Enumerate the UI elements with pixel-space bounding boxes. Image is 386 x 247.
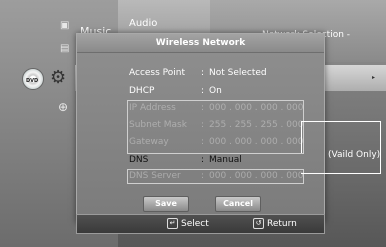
- gateway-value: 000 . 000 . 000 . 000: [209, 137, 304, 147]
- access-point-label: Access Point: [129, 68, 186, 78]
- dns-label: DNS: [129, 155, 149, 165]
- valid-only-note: (Vaild Only): [328, 150, 381, 160]
- callout-line-top: [301, 121, 381, 122]
- music-note-icon: ▣: [60, 20, 70, 31]
- menu-audio[interactable]: Audio: [129, 18, 157, 29]
- dhcp-value: On: [209, 86, 222, 96]
- return-key-icon: ↺: [253, 218, 264, 229]
- tv-screen: ▣ Music ▤ Audio Network Selection - Wire…: [0, 0, 386, 247]
- return-hint: ↺ Return: [253, 218, 297, 229]
- ip-address-label: IP Address: [129, 103, 176, 113]
- return-hint-label: Return: [267, 219, 297, 229]
- globe-icon: ⊕: [58, 100, 69, 114]
- cancel-button[interactable]: Cancel: [215, 196, 261, 212]
- ip-address-value: 000 . 000 . 000 . 000: [209, 103, 304, 113]
- save-button[interactable]: Save: [143, 196, 189, 212]
- gateway-label: Gateway: [129, 137, 169, 147]
- select-hint: ↵ Select: [167, 218, 209, 229]
- dns-value: Manual: [209, 155, 242, 165]
- photo-icon: ▤: [60, 43, 70, 54]
- wireless-network-dialog: Wireless Network Access Point : Not Sele…: [76, 33, 325, 223]
- dhcp-label: DHCP: [129, 86, 155, 96]
- access-point-value: Not Selected: [209, 68, 267, 78]
- dvd-disc-label: DVD: [26, 78, 39, 84]
- gear-icon[interactable]: ⚙: [50, 67, 66, 88]
- enter-key-icon: ↵: [167, 218, 178, 229]
- dns-server-label: DNS Server: [129, 171, 181, 181]
- dialog-title: Wireless Network: [77, 34, 324, 53]
- dns-server-value: 000 . 000 . 000 . 000: [209, 171, 304, 181]
- callout-line-bottom: [301, 173, 381, 174]
- subnet-mask-label: Subnet Mask: [129, 120, 187, 130]
- callout-line-vertical: [380, 121, 381, 174]
- chevron-right-icon: ▸: [372, 74, 376, 81]
- bottom-hint-bar: ↵ Select ↺ Return: [76, 214, 325, 234]
- callout-line-ip: [301, 121, 302, 153]
- subnet-mask-value: 255 . 255 . 255 . 000: [209, 120, 304, 130]
- select-hint-label: Select: [181, 219, 209, 229]
